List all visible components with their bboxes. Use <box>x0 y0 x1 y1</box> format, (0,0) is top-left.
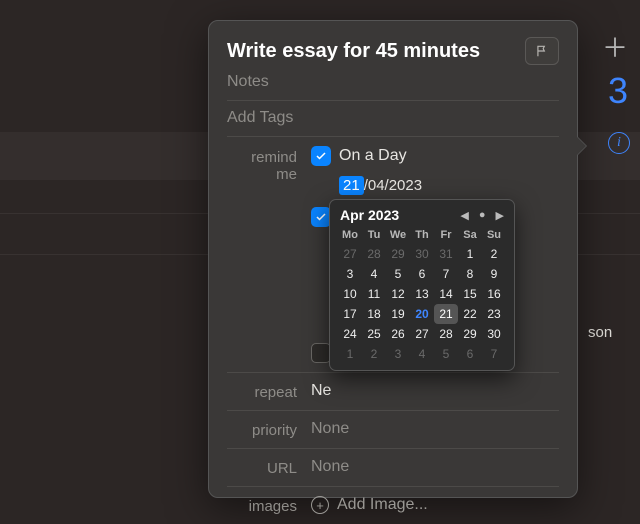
day-number: 3 <box>608 70 628 112</box>
calendar-weekday-header: Sa <box>458 226 482 244</box>
check-icon <box>315 150 327 162</box>
date-input[interactable]: 21/04/2023 <box>339 176 559 195</box>
calendar-day[interactable]: 1 <box>338 344 362 364</box>
at-a-time-checkbox[interactable] <box>311 207 331 227</box>
calendar-day[interactable]: 3 <box>386 344 410 364</box>
calendar-day[interactable]: 4 <box>362 264 386 284</box>
calendar-day[interactable]: 18 <box>362 304 386 324</box>
calendar-day[interactable]: 27 <box>410 324 434 344</box>
calendar-day[interactable]: 16 <box>482 284 506 304</box>
calendar-day[interactable]: 21 <box>434 304 458 324</box>
calendar-day[interactable]: 9 <box>482 264 506 284</box>
date-rest[interactable]: /04/2023 <box>364 177 422 194</box>
plus-circle-icon: + <box>311 496 329 514</box>
calendar-day[interactable]: 11 <box>362 284 386 304</box>
calendar-day[interactable]: 12 <box>386 284 410 304</box>
calendar-day[interactable]: 24 <box>338 324 362 344</box>
calendar-day[interactable]: 29 <box>458 324 482 344</box>
calendar-weekday-header: Su <box>482 226 506 244</box>
calendar-day[interactable]: 19 <box>386 304 410 324</box>
date-picker-popover: Apr 2023 ◀ ● ▶ MoTuWeThFrSaSu27282930311… <box>329 199 515 371</box>
repeat-value[interactable]: Ne <box>311 382 559 400</box>
calendar-day[interactable]: 15 <box>458 284 482 304</box>
calendar-day[interactable]: 2 <box>482 244 506 264</box>
calendar-day[interactable]: 2 <box>362 344 386 364</box>
calendar-weekday-header: Th <box>410 226 434 244</box>
calendar-today-icon[interactable]: ● <box>479 209 486 221</box>
on-a-day-checkbox[interactable] <box>311 146 331 166</box>
calendar-day[interactable]: 10 <box>338 284 362 304</box>
calendar-day[interactable]: 26 <box>386 324 410 344</box>
check-icon <box>315 211 327 223</box>
notes-field[interactable]: Notes <box>227 65 559 101</box>
add-image-button[interactable]: + Add Image... <box>311 496 559 514</box>
url-label: URL <box>227 458 311 477</box>
calendar-day[interactable]: 23 <box>482 304 506 324</box>
calendar-day[interactable]: 3 <box>338 264 362 284</box>
url-value[interactable]: None <box>311 458 559 476</box>
calendar-day[interactable]: 28 <box>434 324 458 344</box>
calendar-grid: MoTuWeThFrSaSu27282930311234567891011121… <box>338 226 506 364</box>
remind-me-label: remind me <box>227 146 311 183</box>
calendar-day[interactable]: 5 <box>434 344 458 364</box>
date-day-segment[interactable]: 21 <box>339 176 364 195</box>
calendar-day[interactable]: 13 <box>410 284 434 304</box>
location-checkbox[interactable] <box>311 343 331 363</box>
flag-button[interactable] <box>525 37 559 65</box>
repeat-label: repeat <box>227 382 311 401</box>
calendar-day[interactable]: 25 <box>362 324 386 344</box>
calendar-day[interactable]: 14 <box>434 284 458 304</box>
task-title[interactable]: Write essay for 45 minutes <box>227 40 525 63</box>
calendar-day[interactable]: 1 <box>458 244 482 264</box>
calendar-day[interactable]: 8 <box>458 264 482 284</box>
calendar-weekday-header: We <box>386 226 410 244</box>
images-label: images <box>227 496 311 515</box>
calendar-day[interactable]: 31 <box>434 244 458 264</box>
inspector-popover: Write essay for 45 minutes Notes Add Tag… <box>208 20 578 498</box>
calendar-month-label: Apr 2023 <box>340 207 399 223</box>
background-item-text: son <box>588 324 612 341</box>
add-icon[interactable]: ＋ <box>602 28 628 65</box>
calendar-prev-icon[interactable]: ◀ <box>460 209 468 222</box>
calendar-day[interactable]: 7 <box>434 264 458 284</box>
calendar-day[interactable]: 27 <box>338 244 362 264</box>
add-image-label: Add Image... <box>337 496 428 514</box>
calendar-day[interactable]: 6 <box>410 264 434 284</box>
info-icon[interactable]: i <box>608 132 630 154</box>
flag-icon <box>535 44 549 58</box>
tags-field[interactable]: Add Tags <box>227 101 559 137</box>
calendar-day[interactable]: 20 <box>410 304 434 324</box>
calendar-day[interactable]: 30 <box>410 244 434 264</box>
calendar-day[interactable]: 4 <box>410 344 434 364</box>
calendar-day[interactable]: 28 <box>362 244 386 264</box>
calendar-day[interactable]: 30 <box>482 324 506 344</box>
priority-value[interactable]: None <box>311 420 559 438</box>
calendar-next-icon[interactable]: ▶ <box>496 209 504 222</box>
calendar-day[interactable]: 17 <box>338 304 362 324</box>
priority-label: priority <box>227 420 311 439</box>
calendar-weekday-header: Fr <box>434 226 458 244</box>
calendar-day[interactable]: 5 <box>386 264 410 284</box>
on-a-day-label: On a Day <box>339 147 407 165</box>
calendar-day[interactable]: 6 <box>458 344 482 364</box>
calendar-weekday-header: Tu <box>362 226 386 244</box>
calendar-day[interactable]: 29 <box>386 244 410 264</box>
calendar-weekday-header: Mo <box>338 226 362 244</box>
calendar-day[interactable]: 7 <box>482 344 506 364</box>
calendar-day[interactable]: 22 <box>458 304 482 324</box>
